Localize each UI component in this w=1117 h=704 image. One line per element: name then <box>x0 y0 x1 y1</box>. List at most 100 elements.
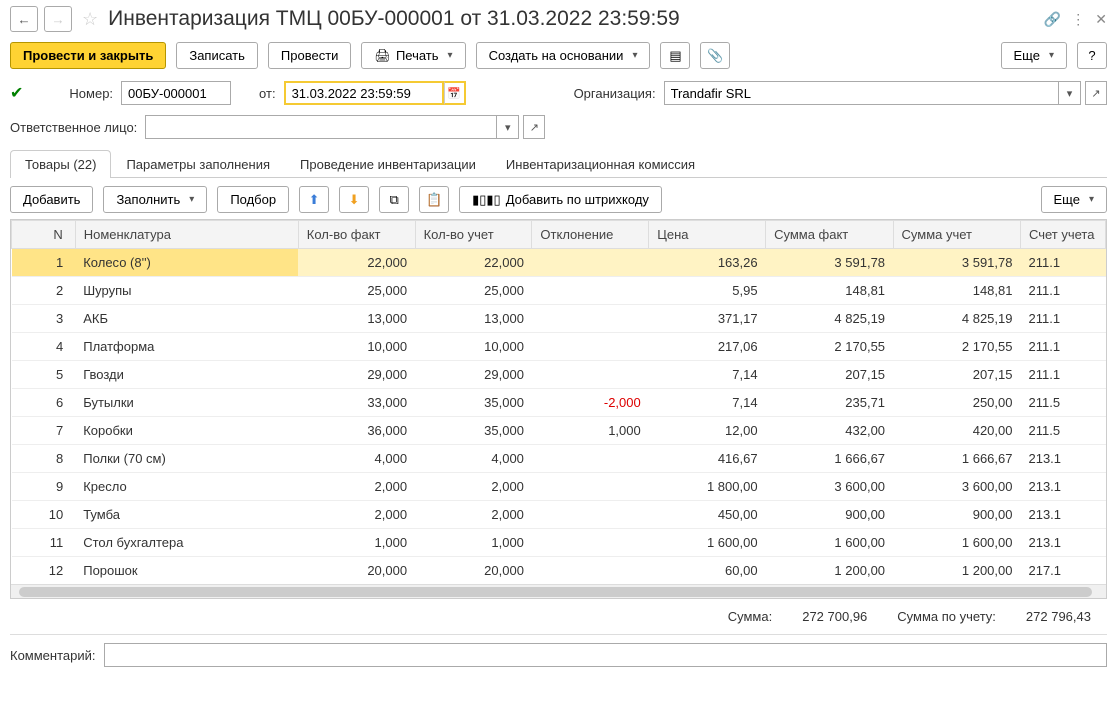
cell-sum-fact[interactable]: 1 600,00 <box>766 529 893 557</box>
cell-qty-fact[interactable]: 2,000 <box>298 501 415 529</box>
cell-sum-fact[interactable]: 1 666,67 <box>766 445 893 473</box>
comment-input[interactable] <box>104 643 1108 667</box>
cell-qty-fact[interactable]: 29,000 <box>298 361 415 389</box>
cell-sum-fact[interactable]: 900,00 <box>766 501 893 529</box>
cell-nomenclature[interactable]: Кресло <box>75 473 298 501</box>
cell-sum-acc[interactable]: 250,00 <box>893 389 1020 417</box>
cell-price[interactable]: 1 800,00 <box>649 473 766 501</box>
cell-nomenclature[interactable]: Гвозди <box>75 361 298 389</box>
cell-sum-acc[interactable]: 900,00 <box>893 501 1020 529</box>
col-n[interactable]: N <box>12 221 76 249</box>
pick-button[interactable]: Подбор <box>217 186 289 213</box>
cell-price[interactable]: 217,06 <box>649 333 766 361</box>
cell-qty-acc[interactable]: 1,000 <box>415 529 532 557</box>
table-row[interactable]: 11Стол бухгалтера1,0001,0001 600,001 600… <box>12 529 1106 557</box>
cell-sum-fact[interactable]: 235,71 <box>766 389 893 417</box>
cell-qty-fact[interactable]: 25,000 <box>298 277 415 305</box>
cell-price[interactable]: 163,26 <box>649 249 766 277</box>
paste-button[interactable]: 📋 <box>419 186 449 213</box>
more-button[interactable]: Еще <box>1001 42 1067 69</box>
cell-price[interactable]: 12,00 <box>649 417 766 445</box>
cell-sum-acc[interactable]: 1 666,67 <box>893 445 1020 473</box>
cell-n[interactable]: 11 <box>12 529 76 557</box>
cell-price[interactable]: 7,14 <box>649 389 766 417</box>
cell-price[interactable]: 60,00 <box>649 557 766 585</box>
cell-deviation[interactable] <box>532 305 649 333</box>
table-row[interactable]: 10Тумба2,0002,000450,00900,00900,00213.1 <box>12 501 1106 529</box>
add-by-barcode-button[interactable]: ▮▯▮▯ Добавить по штрихкоду <box>459 186 662 213</box>
cell-n[interactable]: 9 <box>12 473 76 501</box>
help-button[interactable]: ? <box>1077 42 1107 69</box>
cell-deviation[interactable] <box>532 445 649 473</box>
cell-n[interactable]: 2 <box>12 277 76 305</box>
close-icon[interactable]: ✕ <box>1095 11 1107 28</box>
favorite-star-icon[interactable]: ☆ <box>82 9 98 30</box>
cell-account[interactable]: 211.1 <box>1020 249 1105 277</box>
write-button[interactable]: Записать <box>176 42 258 69</box>
cell-nomenclature[interactable]: Бутылки <box>75 389 298 417</box>
cell-sum-fact[interactable]: 3 600,00 <box>766 473 893 501</box>
cell-sum-fact[interactable]: 1 200,00 <box>766 557 893 585</box>
cell-price[interactable]: 450,00 <box>649 501 766 529</box>
cell-nomenclature[interactable]: Полки (70 см) <box>75 445 298 473</box>
tab-inventory[interactable]: Проведение инвентаризации <box>285 150 491 178</box>
cell-qty-acc[interactable]: 29,000 <box>415 361 532 389</box>
cell-qty-acc[interactable]: 2,000 <box>415 501 532 529</box>
nav-back-button[interactable]: ← <box>10 6 38 32</box>
cell-n[interactable]: 7 <box>12 417 76 445</box>
col-qty-fact[interactable]: Кол-во факт <box>298 221 415 249</box>
table-row[interactable]: 5Гвозди29,00029,0007,14207,15207,15211.1 <box>12 361 1106 389</box>
cell-qty-fact[interactable]: 2,000 <box>298 473 415 501</box>
cell-qty-fact[interactable]: 33,000 <box>298 389 415 417</box>
cell-price[interactable]: 1 600,00 <box>649 529 766 557</box>
cell-sum-acc[interactable]: 2 170,55 <box>893 333 1020 361</box>
cell-qty-acc[interactable]: 13,000 <box>415 305 532 333</box>
cell-sum-acc[interactable]: 1 200,00 <box>893 557 1020 585</box>
cell-deviation[interactable]: -2,000 <box>532 389 649 417</box>
table-row[interactable]: 7Коробки36,00035,0001,00012,00432,00420,… <box>12 417 1106 445</box>
table-row[interactable]: 1Колесо (8'')22,00022,000163,263 591,783… <box>12 249 1106 277</box>
org-dropdown-button[interactable]: ▾ <box>1059 81 1081 105</box>
cell-deviation[interactable] <box>532 501 649 529</box>
post-and-close-button[interactable]: Провести и закрыть <box>10 42 166 69</box>
copy-button[interactable]: ⧉ <box>379 186 409 213</box>
cell-deviation[interactable] <box>532 277 649 305</box>
col-sum-acc[interactable]: Сумма учет <box>893 221 1020 249</box>
tab-fill-params[interactable]: Параметры заполнения <box>111 150 285 178</box>
cell-deviation[interactable] <box>532 473 649 501</box>
kebab-menu-icon[interactable]: ⋮ <box>1071 11 1085 28</box>
cell-sum-acc[interactable]: 420,00 <box>893 417 1020 445</box>
col-nomenclature[interactable]: Номенклатура <box>75 221 298 249</box>
cell-qty-fact[interactable]: 22,000 <box>298 249 415 277</box>
cell-account[interactable]: 211.5 <box>1020 389 1105 417</box>
post-button[interactable]: Провести <box>268 42 352 69</box>
cell-sum-fact[interactable]: 432,00 <box>766 417 893 445</box>
table-row[interactable]: 3АКБ13,00013,000371,174 825,194 825,1921… <box>12 305 1106 333</box>
cell-account[interactable]: 213.1 <box>1020 473 1105 501</box>
responsible-input[interactable] <box>145 115 497 139</box>
scrollbar-thumb[interactable] <box>19 587 1092 597</box>
number-input[interactable] <box>121 81 231 105</box>
cell-sum-fact[interactable]: 3 591,78 <box>766 249 893 277</box>
cell-nomenclature[interactable]: Стол бухгалтера <box>75 529 298 557</box>
date-input[interactable] <box>284 81 444 105</box>
link-icon[interactable]: 🔗 <box>1044 11 1061 28</box>
cell-sum-acc[interactable]: 3 600,00 <box>893 473 1020 501</box>
cell-sum-acc[interactable]: 4 825,19 <box>893 305 1020 333</box>
table-row[interactable]: 4Платформа10,00010,000217,062 170,552 17… <box>12 333 1106 361</box>
cell-price[interactable]: 371,17 <box>649 305 766 333</box>
cell-sum-fact[interactable]: 148,81 <box>766 277 893 305</box>
cell-n[interactable]: 6 <box>12 389 76 417</box>
cell-account[interactable]: 211.1 <box>1020 361 1105 389</box>
cell-n[interactable]: 12 <box>12 557 76 585</box>
col-qty-acc[interactable]: Кол-во учет <box>415 221 532 249</box>
cell-n[interactable]: 1 <box>12 249 76 277</box>
cell-sum-acc[interactable]: 3 591,78 <box>893 249 1020 277</box>
cell-qty-acc[interactable]: 35,000 <box>415 389 532 417</box>
cell-deviation[interactable] <box>532 361 649 389</box>
cell-qty-fact[interactable]: 20,000 <box>298 557 415 585</box>
cell-account[interactable]: 217.1 <box>1020 557 1105 585</box>
print-button[interactable]: 🖨 Печать <box>361 42 465 69</box>
cell-qty-fact[interactable]: 10,000 <box>298 333 415 361</box>
org-open-button[interactable]: ↗ <box>1085 81 1107 105</box>
